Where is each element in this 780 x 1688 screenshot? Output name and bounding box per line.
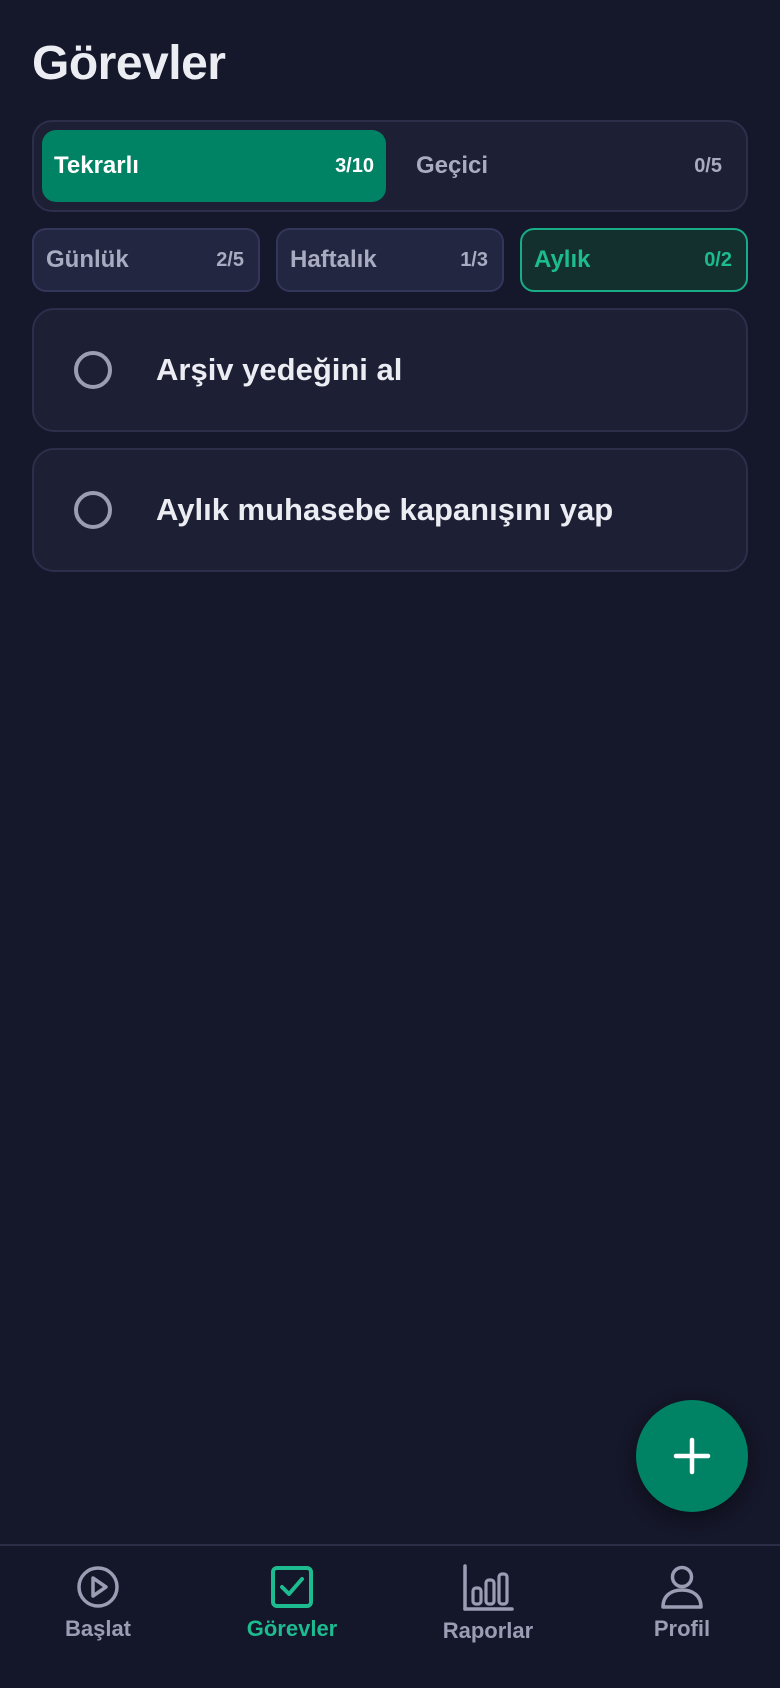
plus-icon	[673, 1437, 711, 1475]
page-title: Görevler	[32, 37, 226, 90]
nav-label: Görevler	[246, 1616, 338, 1641]
task-card[interactable]: Arşiv yedeğini al	[32, 308, 748, 432]
task-card[interactable]: Aylık muhasebe kapanışını yap	[32, 448, 748, 572]
user-icon	[661, 1565, 703, 1609]
task-title: Arşiv yedeğini al	[156, 352, 403, 387]
checkbox-icon	[271, 1566, 313, 1608]
period-chip-count: 0/2	[704, 248, 732, 271]
nav-label: Profil	[653, 1616, 711, 1641]
period-chip-count: 1/3	[460, 248, 488, 271]
task-title: Aylık muhasebe kapanışını yap	[156, 492, 614, 527]
segment-tab-count: 3/10	[335, 154, 374, 177]
task-checkbox[interactable]	[74, 491, 112, 529]
segment-tab-count: 0/5	[694, 154, 722, 177]
nav-item-tasks[interactable]: Görevler	[202, 1564, 382, 1664]
period-chip-weekly[interactable]: Haftalık 1/3	[276, 228, 504, 292]
segment-tab-label: Geçici	[416, 152, 489, 179]
period-chip-label: Aylık	[534, 246, 591, 273]
segment-tab-recurring[interactable]: Tekrarlı 3/10	[42, 130, 386, 202]
play-icon	[77, 1566, 119, 1608]
nav-item-start[interactable]: Başlat	[8, 1564, 188, 1664]
segment-tab-label: Tekrarlı	[54, 152, 139, 179]
period-chip-daily[interactable]: Günlük 2/5	[32, 228, 260, 292]
task-checkbox[interactable]	[74, 351, 112, 389]
task-type-segmented-control: Tekrarlı 3/10 Geçici 0/5	[32, 120, 748, 212]
period-chip-monthly[interactable]: Aylık 0/2	[520, 228, 748, 292]
bottom-navigation: Başlat Görevler Raporlar Profil	[0, 1544, 780, 1688]
period-chip-count: 2/5	[216, 248, 244, 271]
period-chip-label: Haftalık	[290, 246, 377, 273]
segment-tab-temporary[interactable]: Geçici 0/5	[400, 130, 742, 202]
add-task-button[interactable]	[636, 1400, 748, 1512]
nav-item-profile[interactable]: Profil	[592, 1564, 772, 1664]
nav-label: Raporlar	[442, 1618, 534, 1643]
nav-item-reports[interactable]: Raporlar	[398, 1564, 578, 1664]
period-chip-label: Günlük	[46, 246, 129, 273]
bar-chart-icon	[463, 1564, 514, 1611]
nav-label: Başlat	[64, 1616, 132, 1641]
